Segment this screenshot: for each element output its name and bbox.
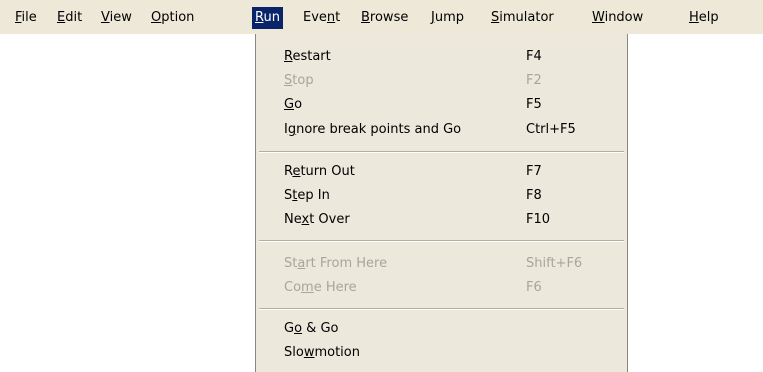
menu-item-ignore-breakpoints-and-go[interactable]: Ignore break points and Go Ctrl+F5	[256, 119, 627, 141]
menu-item-shortcut: F2	[526, 73, 542, 88]
menu-separator	[259, 308, 624, 310]
menu-jump[interactable]: Jump	[428, 7, 467, 29]
menu-item-start-from-here: Start From Here Shift+F6	[256, 253, 627, 275]
mnemonic-letter: a	[297, 256, 306, 271]
menu-run[interactable]: Run	[252, 7, 283, 29]
menu-item-return-out[interactable]: Return Out F7	[256, 161, 627, 183]
menu-help[interactable]: Help	[686, 7, 722, 29]
menu-item-go-and-go[interactable]: Go & Go	[256, 318, 627, 340]
menu-item-shortcut: F10	[526, 212, 551, 227]
menu-item-label: Step In	[284, 188, 330, 203]
menu-browse[interactable]: Browse	[358, 7, 411, 29]
mnemonic-letter: G	[284, 97, 295, 112]
menu-item-shortcut: Ctrl+F5	[526, 122, 576, 137]
mnemonic-letter: B	[361, 10, 370, 25]
mnemonic-letter: V	[101, 10, 110, 25]
menu-item-come-here: Come Here F6	[256, 277, 627, 299]
run-dropdown-menu: Restart F4 Stop F2 Go F5 Ignore break po…	[255, 34, 628, 372]
menu-item-label: Restart	[284, 49, 331, 64]
mnemonic-letter: W	[592, 10, 605, 25]
mnemonic-letter: H	[689, 10, 699, 25]
menu-item-label: Ignore break points and Go	[284, 122, 462, 137]
menu-separator	[259, 240, 624, 242]
menu-item-label: Start From Here	[284, 256, 388, 271]
menu-item-shortcut: F4	[526, 49, 542, 64]
menu-simulator[interactable]: Simulator	[488, 7, 557, 29]
menu-item-shortcut: Shift+F6	[526, 256, 583, 271]
menu-separator	[259, 151, 624, 153]
menu-window[interactable]: Window	[589, 7, 646, 29]
menu-option[interactable]: Option	[148, 7, 197, 29]
menu-item-label: Go & Go	[284, 321, 339, 336]
menu-item-label: Go	[284, 97, 303, 112]
menu-event[interactable]: Event	[300, 7, 343, 29]
mnemonic-letter: S	[284, 73, 293, 88]
menu-item-next-over[interactable]: Next Over F10	[256, 209, 627, 231]
mnemonic-letter: o	[294, 321, 303, 336]
menu-view[interactable]: View	[98, 7, 135, 29]
mnemonic-letter: e	[292, 164, 301, 179]
mnemonic-letter: m	[301, 280, 314, 295]
mnemonic-letter: O	[151, 10, 162, 25]
mnemonic-letter: E	[57, 10, 66, 25]
menu-item-go[interactable]: Go F5	[256, 94, 627, 116]
mnemonic-letter: n	[326, 10, 336, 25]
menu-item-slowmotion[interactable]: Slowmotion	[256, 342, 627, 364]
mnemonic-letter: J	[431, 10, 435, 25]
menu-item-label: Next Over	[284, 212, 350, 227]
menu-item-label: Stop	[284, 73, 314, 88]
menu-item-shortcut: F8	[526, 188, 542, 203]
mnemonic-letter: S	[491, 10, 500, 25]
mnemonic-letter: R	[255, 10, 264, 25]
menu-item-label: Return Out	[284, 164, 355, 179]
menu-item-stop: Stop F2	[256, 70, 627, 92]
menu-item-shortcut: F5	[526, 97, 542, 112]
menu-item-restart[interactable]: Restart F4	[256, 46, 627, 68]
menu-item-label: Slowmotion	[284, 345, 360, 360]
menu-bar: File Edit View Option Run Event Browse J…	[0, 0, 763, 34]
mnemonic-letter: x	[301, 212, 310, 227]
menu-item-shortcut: F6	[526, 280, 542, 295]
menu-item-step-in[interactable]: Step In F8	[256, 185, 627, 207]
mnemonic-letter: w	[303, 345, 315, 360]
mnemonic-letter: R	[284, 49, 293, 64]
mnemonic-letter: F	[15, 10, 22, 25]
menu-file[interactable]: File	[12, 7, 40, 29]
menu-edit[interactable]: Edit	[54, 7, 85, 29]
mnemonic-letter: g	[287, 122, 297, 137]
mnemonic-letter: t	[292, 188, 298, 203]
menu-item-label: Come Here	[284, 280, 357, 295]
menu-item-shortcut: F7	[526, 164, 542, 179]
